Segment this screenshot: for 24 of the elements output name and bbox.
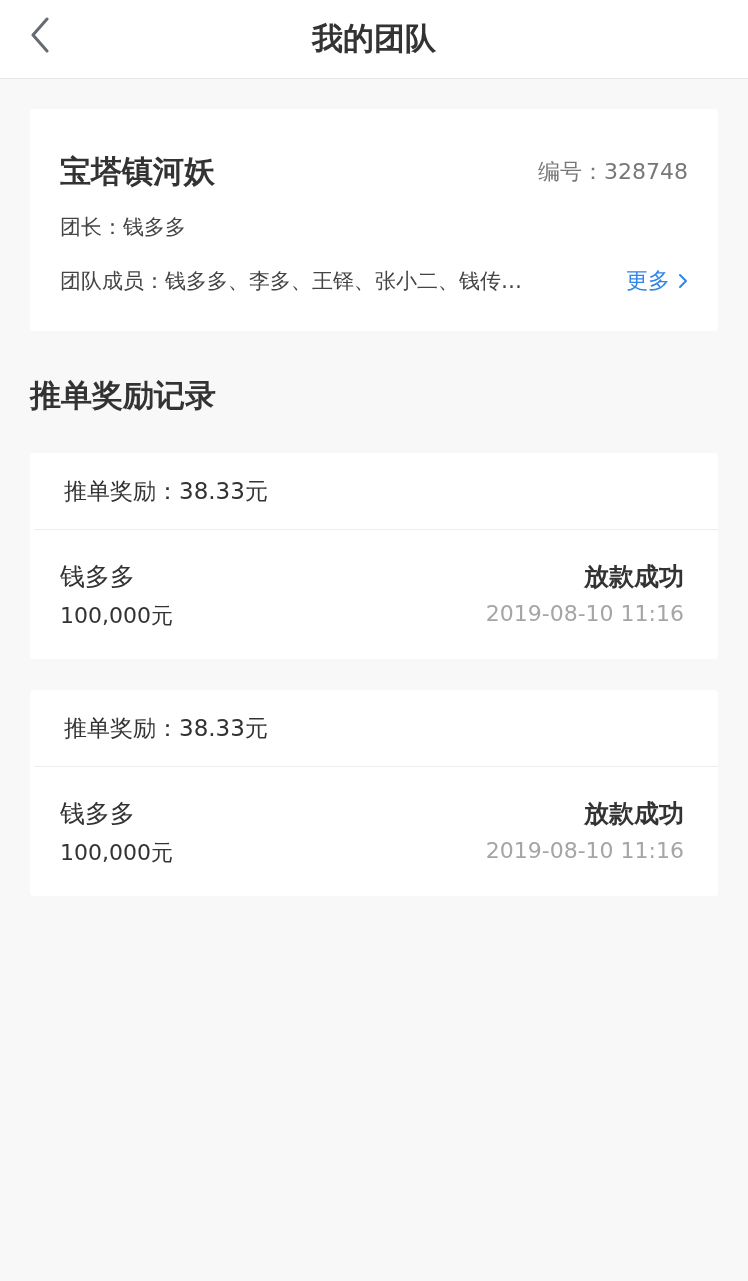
record-time: 2019-08-10 11:16 — [485, 601, 684, 626]
loan-status: 放款成功 — [584, 798, 684, 830]
member-name: 钱多多 — [60, 798, 136, 830]
members-label: 团队成员： — [60, 269, 165, 293]
back-icon[interactable] — [30, 17, 50, 53]
reward-label: 推单奖励： — [64, 713, 179, 743]
number-label: 编号： — [538, 159, 604, 184]
team-name: 宝塔镇河妖 — [60, 152, 215, 191]
more-link[interactable]: 更多 — [626, 266, 688, 296]
team-number: 328748 — [604, 159, 688, 184]
section-title: 推单奖励记录 — [30, 376, 217, 415]
loan-amount: 100,000元 — [60, 602, 173, 630]
leader-name: 钱多多 — [123, 214, 186, 241]
reward-amount: 38.33元 — [179, 476, 268, 506]
members-list: 钱多多、李多、王铎、张小二、钱传… — [165, 269, 522, 293]
page-title: 我的团队 — [312, 19, 436, 58]
leader-label: 团长： — [60, 214, 123, 241]
member-name: 钱多多 — [60, 561, 136, 593]
loan-amount: 100,000元 — [60, 839, 173, 867]
record-time: 2019-08-10 11:16 — [485, 838, 684, 863]
loan-status: 放款成功 — [584, 561, 684, 593]
reward-amount: 38.33元 — [179, 713, 268, 743]
chevron-icon — [678, 273, 688, 289]
reward-label: 推单奖励： — [64, 476, 179, 506]
